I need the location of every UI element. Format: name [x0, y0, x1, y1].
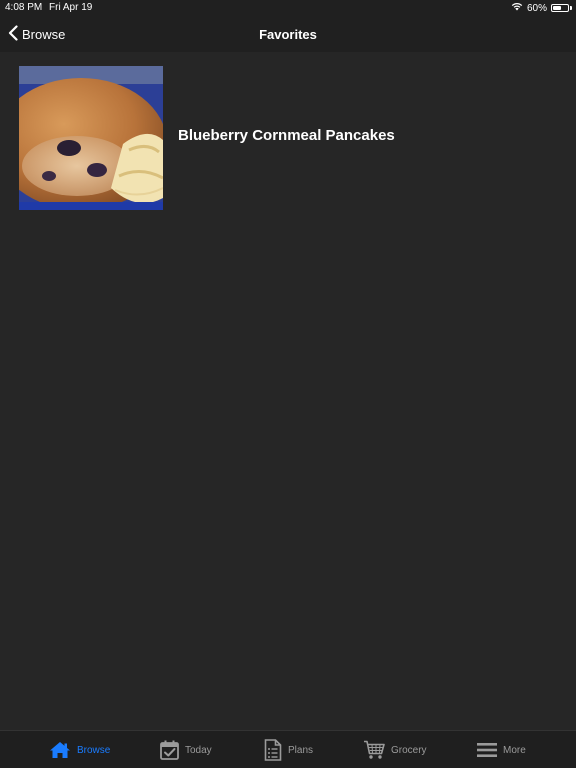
tab-label: More — [503, 744, 526, 756]
battery-fill — [553, 6, 562, 10]
tab-label: Grocery — [391, 744, 427, 756]
favorites-list: Blueberry Cornmeal Pancakes — [0, 52, 576, 730]
page-title: Favorites — [259, 27, 317, 42]
status-bar: 4:08 PM Fri Apr 19 60% — [0, 0, 576, 16]
favorite-item[interactable]: Blueberry Cornmeal Pancakes — [0, 66, 576, 210]
tab-label: Today — [185, 744, 212, 756]
app-screen: 4:08 PM Fri Apr 19 60% Browse Favorites … — [0, 0, 576, 768]
status-time: 4:08 PM — [5, 2, 43, 13]
status-date: Fri Apr 19 — [49, 2, 93, 13]
wifi-icon — [511, 2, 523, 14]
tab-plans[interactable]: Plans — [264, 738, 313, 762]
pancake-photo — [19, 66, 163, 210]
document-list-icon — [264, 739, 282, 761]
calendar-check-icon — [160, 740, 179, 760]
tab-browse[interactable]: Browse — [49, 738, 110, 762]
battery-percent: 60% — [526, 2, 547, 14]
cart-icon — [363, 740, 385, 760]
status-indicators: 60% — [511, 2, 572, 14]
tab-grocery[interactable]: Grocery — [363, 738, 427, 762]
battery-icon — [551, 4, 572, 12]
home-icon — [49, 741, 71, 759]
tab-more[interactable]: More — [477, 738, 526, 762]
recipe-title: Blueberry Cornmeal Pancakes — [178, 127, 395, 144]
navigation-bar: Browse Favorites — [0, 16, 576, 52]
tab-label: Browse — [77, 744, 111, 756]
tab-today[interactable]: Today — [160, 738, 212, 762]
menu-icon — [477, 742, 497, 758]
tab-bar: Browse Today Plans Grocery More — [0, 730, 576, 768]
tab-label: Plans — [288, 744, 314, 756]
